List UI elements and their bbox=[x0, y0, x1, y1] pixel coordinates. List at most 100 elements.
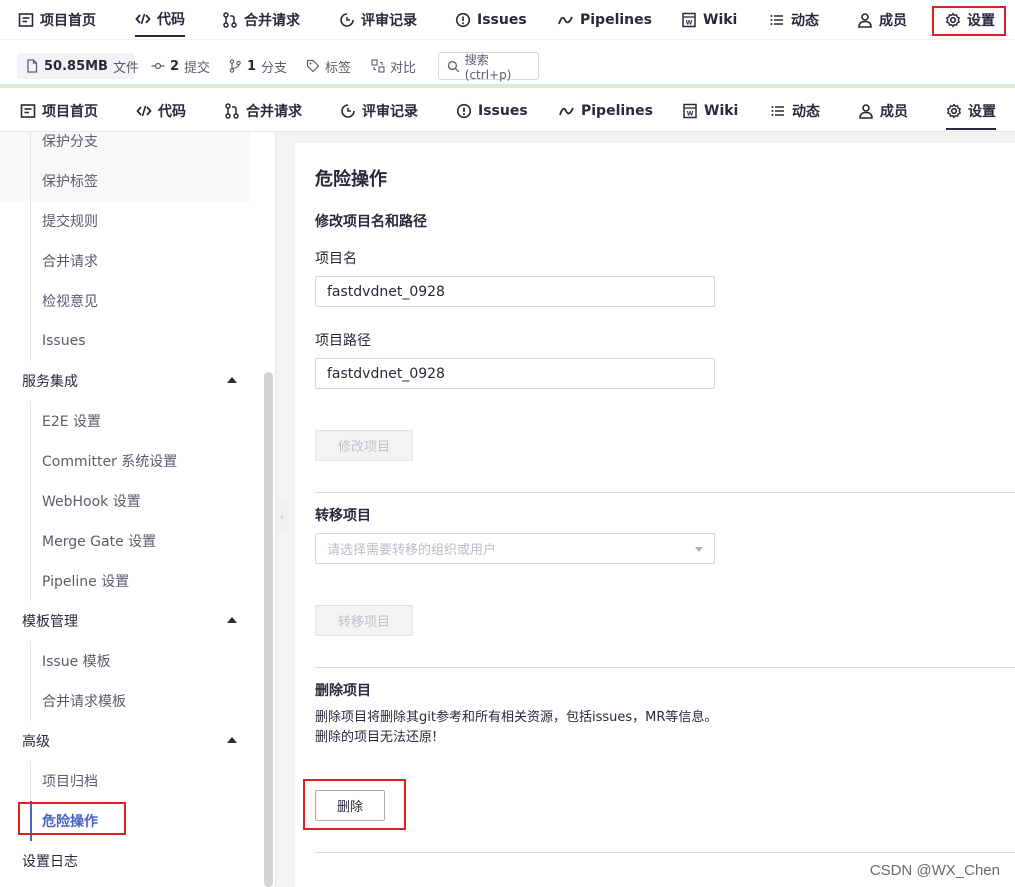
sidebar-item-merge-request-template[interactable]: 合并请求模板 bbox=[0, 681, 250, 721]
nav-item-members[interactable]: 成员 bbox=[858, 90, 908, 131]
nav-item-project-home[interactable]: 项目首页 bbox=[20, 90, 98, 131]
sidebar-item-settings-log[interactable]: 设置日志 bbox=[0, 841, 250, 881]
sidebar-item-issues[interactable]: Issues bbox=[0, 321, 250, 361]
repo-size[interactable]: 50.85MB 文件 bbox=[17, 53, 139, 79]
nav-item-label: 代码 bbox=[158, 103, 186, 120]
nav-item-label: 项目首页 bbox=[42, 103, 98, 120]
project-path-input[interactable]: fastdvdnet_0928 bbox=[315, 358, 715, 389]
nav-item-activity[interactable]: 动态 bbox=[769, 0, 819, 39]
tags-link[interactable]: 标签 bbox=[306, 53, 351, 79]
compare-link[interactable]: 对比 bbox=[371, 53, 416, 79]
members-icon bbox=[858, 12, 872, 28]
sidebar-item-merge-gate-settings[interactable]: Merge Gate 设置 bbox=[0, 521, 250, 561]
nav-item-activity[interactable]: 动态 bbox=[770, 90, 820, 131]
code-icon bbox=[136, 105, 152, 116]
nav-item-label: 动态 bbox=[792, 103, 820, 120]
transfer-section-title: 转移项目 bbox=[315, 508, 371, 524]
nav-item-wiki[interactable]: W Wiki bbox=[681, 0, 737, 39]
repo-stats-bar: 50.85MB 文件 2 提交 1 分支 标签 对比 搜索 (ctrl+p) bbox=[0, 40, 1015, 86]
nav-item-merge-requests[interactable]: 合并请求 bbox=[222, 0, 300, 39]
sidebar-item-webhook-settings[interactable]: WebHook 设置 bbox=[0, 481, 250, 521]
nav-item-pipelines[interactable]: Pipelines bbox=[558, 0, 652, 39]
nav-item-review-records[interactable]: 评审记录 bbox=[340, 90, 418, 131]
nav-item-project-home[interactable]: 项目首页 bbox=[18, 0, 96, 39]
transfer-target-select[interactable]: 请选择需要转移的组织或用户 bbox=[315, 533, 715, 564]
sidebar-item-label: WebHook 设置 bbox=[42, 494, 141, 510]
members-icon bbox=[859, 103, 873, 119]
sidebar-item-label: 合并请求模板 bbox=[42, 694, 126, 710]
delete-description-line-1: 删除项目将删除其git参考和所有相关资源，包括issues，MR等信息。 bbox=[315, 710, 718, 725]
sidebar-item-label: 保护分支 bbox=[42, 134, 98, 150]
commits-link[interactable]: 2 提交 bbox=[151, 53, 210, 79]
sidebar-item-e2e-settings[interactable]: E2E 设置 bbox=[0, 401, 250, 441]
sidebar-item-project-archive[interactable]: 项目归档 bbox=[0, 761, 250, 801]
sidebar-item-label: Issues bbox=[42, 333, 86, 349]
sidebar-item-merge-requests[interactable]: 合并请求 bbox=[0, 241, 250, 281]
transfer-project-button[interactable]: 转移项目 bbox=[315, 605, 413, 636]
section-divider bbox=[315, 492, 1015, 493]
nav-item-issues[interactable]: Issues bbox=[456, 90, 528, 131]
nav-item-label: Wiki bbox=[704, 102, 739, 119]
sidebar-item-label: Merge Gate 设置 bbox=[42, 534, 157, 550]
page-separator-bar bbox=[0, 84, 1015, 88]
nav-item-label: Pipelines bbox=[580, 11, 652, 28]
nav-item-pipelines[interactable]: Pipelines bbox=[559, 90, 653, 131]
section-divider bbox=[315, 852, 1015, 853]
nav-item-label: 设置 bbox=[968, 103, 996, 120]
repo-size-label: 文件 bbox=[112, 60, 139, 76]
repo-size-value: 50.85MB bbox=[44, 58, 108, 74]
search-input[interactable]: 搜索 (ctrl+p) bbox=[438, 52, 539, 82]
rename-section-title: 修改项目名和路径 bbox=[315, 214, 427, 230]
page-title: 危险操作 bbox=[315, 169, 387, 190]
sidebar-item-issue-template[interactable]: Issue 模板 bbox=[0, 641, 250, 681]
delete-description-line-2: 删除的项目无法还原! bbox=[315, 730, 438, 745]
nav-item-label: Pipelines bbox=[581, 102, 653, 119]
project-home-icon bbox=[18, 12, 34, 27]
branches-link[interactable]: 1 分支 bbox=[228, 53, 287, 79]
wiki-icon: W bbox=[683, 103, 697, 118]
sidebar-item-protected-branches[interactable]: 保护分支 bbox=[0, 132, 250, 161]
nav-item-wiki[interactable]: W Wiki bbox=[682, 90, 738, 131]
sidebar-scrollbar[interactable] bbox=[264, 372, 273, 887]
nav-item-settings[interactable]: 设置 bbox=[946, 90, 996, 131]
danger-zone-card: 危险操作 修改项目名和路径 项目名 fastdvdnet_0928 项目路径 f… bbox=[295, 143, 1015, 887]
project-name-input[interactable]: fastdvdnet_0928 bbox=[315, 276, 715, 307]
nav-item-label: 代码 bbox=[157, 12, 185, 28]
code-icon bbox=[135, 13, 151, 25]
secondary-nav: 项目首页 代码 合并请求 评审记录 Issues Pipelines W Wik… bbox=[0, 90, 1015, 132]
svg-text:W: W bbox=[687, 110, 694, 117]
compare-icon bbox=[371, 59, 385, 73]
sidebar-item-protected-tags[interactable]: 保护标签 bbox=[0, 161, 250, 201]
project-home-icon bbox=[20, 103, 36, 118]
sidebar-group-advanced[interactable]: 高级 bbox=[0, 721, 250, 761]
nav-item-issues[interactable]: Issues bbox=[455, 0, 527, 39]
issues-icon bbox=[455, 12, 471, 27]
branch-icon bbox=[229, 59, 241, 73]
nav-item-review-records[interactable]: 评审记录 bbox=[339, 0, 417, 39]
activity-icon bbox=[770, 14, 783, 25]
sidebar-group-template-management[interactable]: 模板管理 bbox=[0, 601, 250, 641]
sidebar-group-service-integration[interactable]: 服务集成 bbox=[0, 361, 250, 401]
sidebar-item-label: Issue 模板 bbox=[42, 654, 111, 670]
dropdown-arrow-icon bbox=[695, 547, 703, 552]
sidebar-item-committer-settings[interactable]: Committer 系统设置 bbox=[0, 441, 250, 481]
rename-project-button[interactable]: 修改项目 bbox=[315, 430, 413, 461]
nav-item-label: 合并请求 bbox=[244, 12, 300, 29]
nav-item-code[interactable]: 代码 bbox=[136, 90, 186, 131]
nav-item-members[interactable]: 成员 bbox=[857, 0, 907, 39]
project-path-value: fastdvdnet_0928 bbox=[327, 365, 445, 382]
sidebar-item-pipeline-settings[interactable]: Pipeline 设置 bbox=[0, 561, 250, 601]
sidebar-item-commit-rules[interactable]: 提交规则 bbox=[0, 201, 250, 241]
branches-value: 1 bbox=[247, 58, 257, 74]
section-divider bbox=[315, 667, 1015, 668]
danger-zone-highlight-box bbox=[18, 802, 126, 835]
nav-item-label: 合并请求 bbox=[246, 103, 302, 120]
review-record-icon bbox=[340, 12, 354, 27]
issues-icon bbox=[456, 103, 472, 118]
nav-item-code[interactable]: 代码 bbox=[135, 0, 185, 38]
sidebar-item-review-comments[interactable]: 检视意见 bbox=[0, 281, 250, 321]
tag-icon bbox=[306, 59, 320, 73]
gear-icon bbox=[947, 103, 961, 118]
nav-item-merge-requests[interactable]: 合并请求 bbox=[224, 90, 302, 131]
sidebar-collapse-handle[interactable]: ‹ bbox=[276, 500, 288, 532]
